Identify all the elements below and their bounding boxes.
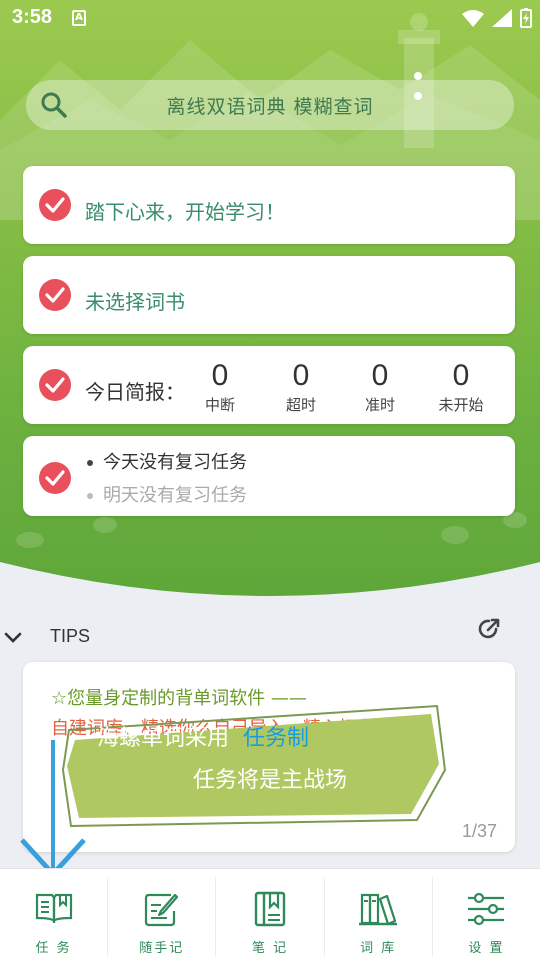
search-placeholder: 离线双语词典 模糊查词 xyxy=(166,96,374,118)
stat-interrupted: 0 中断 xyxy=(204,359,235,415)
daily-report-label: 今日简报： xyxy=(85,380,185,404)
tips-header: TIPS xyxy=(0,616,540,656)
bottom-navigation: 任 务 随手记 笔 记 词 库 设 置 xyxy=(0,868,540,960)
word-book-text: 未选择词书 xyxy=(85,290,185,314)
review-tomorrow: 明天没有复习任务 xyxy=(87,481,247,507)
battery-icon xyxy=(520,8,532,28)
book-open-icon xyxy=(35,893,72,923)
pencil-note-icon xyxy=(144,893,178,927)
check-icon xyxy=(39,189,71,221)
more-vertical-icon[interactable] xyxy=(412,70,424,104)
start-study-text: 踏下心来，开始学习！ xyxy=(85,200,285,224)
nav-quick-note[interactable]: 随手记 xyxy=(108,877,217,957)
banner-line-1: 海螺单词采用 任务制 xyxy=(97,726,310,751)
review-card[interactable]: 今天没有复习任务 明天没有复习任务 xyxy=(23,436,515,516)
notebook-icon xyxy=(254,891,286,927)
notification-icon: A xyxy=(72,10,86,26)
open-external-icon[interactable] xyxy=(476,616,502,642)
start-study-card[interactable]: 踏下心来，开始学习！ xyxy=(23,166,515,244)
nav-notes[interactable]: 笔 记 xyxy=(216,877,325,957)
arrow-down-icon xyxy=(20,740,86,878)
wifi-icon xyxy=(462,10,484,27)
tips-pager: 1/37 xyxy=(461,821,497,841)
word-book-card[interactable]: 未选择词书 xyxy=(23,256,515,334)
nav-quick-note-label: 随手记 xyxy=(139,941,185,956)
status-time: 3:58 xyxy=(12,6,53,28)
check-icon xyxy=(39,462,71,494)
nav-settings[interactable]: 设 置 xyxy=(433,877,540,957)
banner-highlight: 任务制 xyxy=(243,726,310,751)
stat-not-started: 0 未开始 xyxy=(438,359,484,415)
nav-task[interactable]: 任 务 xyxy=(0,877,109,957)
nav-task-label: 任 务 xyxy=(35,941,72,956)
daily-report-card[interactable]: 今日简报： 0 中断 0 超时 0 准时 0 未开始 xyxy=(23,346,515,424)
tips-title: TIPS xyxy=(50,626,91,646)
review-today: 今天没有复习任务 xyxy=(87,448,247,474)
check-icon xyxy=(39,279,71,311)
sliders-icon xyxy=(468,892,505,926)
tips-card[interactable]: ☆您量身定制的背单词软件 —— 自建词库、精选你么自己导入、精心拥有。 海螺单词… xyxy=(23,662,515,852)
check-icon xyxy=(39,369,71,401)
nav-library[interactable]: 词 库 xyxy=(325,877,433,957)
nav-settings-label: 设 置 xyxy=(468,941,505,956)
status-bar: 3:58 A xyxy=(0,0,540,40)
chevron-down-icon[interactable] xyxy=(4,632,22,644)
stat-overtime: 0 超时 xyxy=(285,359,316,415)
nav-notes-label: 笔 记 xyxy=(251,941,289,956)
nav-library-label: 词 库 xyxy=(360,941,397,956)
signal-icon xyxy=(492,9,512,27)
library-books-icon xyxy=(359,893,398,926)
banner-line-2: 任务将是主战场 xyxy=(193,768,348,793)
stat-ontime: 0 准时 xyxy=(364,359,395,415)
search-bar[interactable]: 离线双语词典 模糊查词 xyxy=(26,80,514,130)
